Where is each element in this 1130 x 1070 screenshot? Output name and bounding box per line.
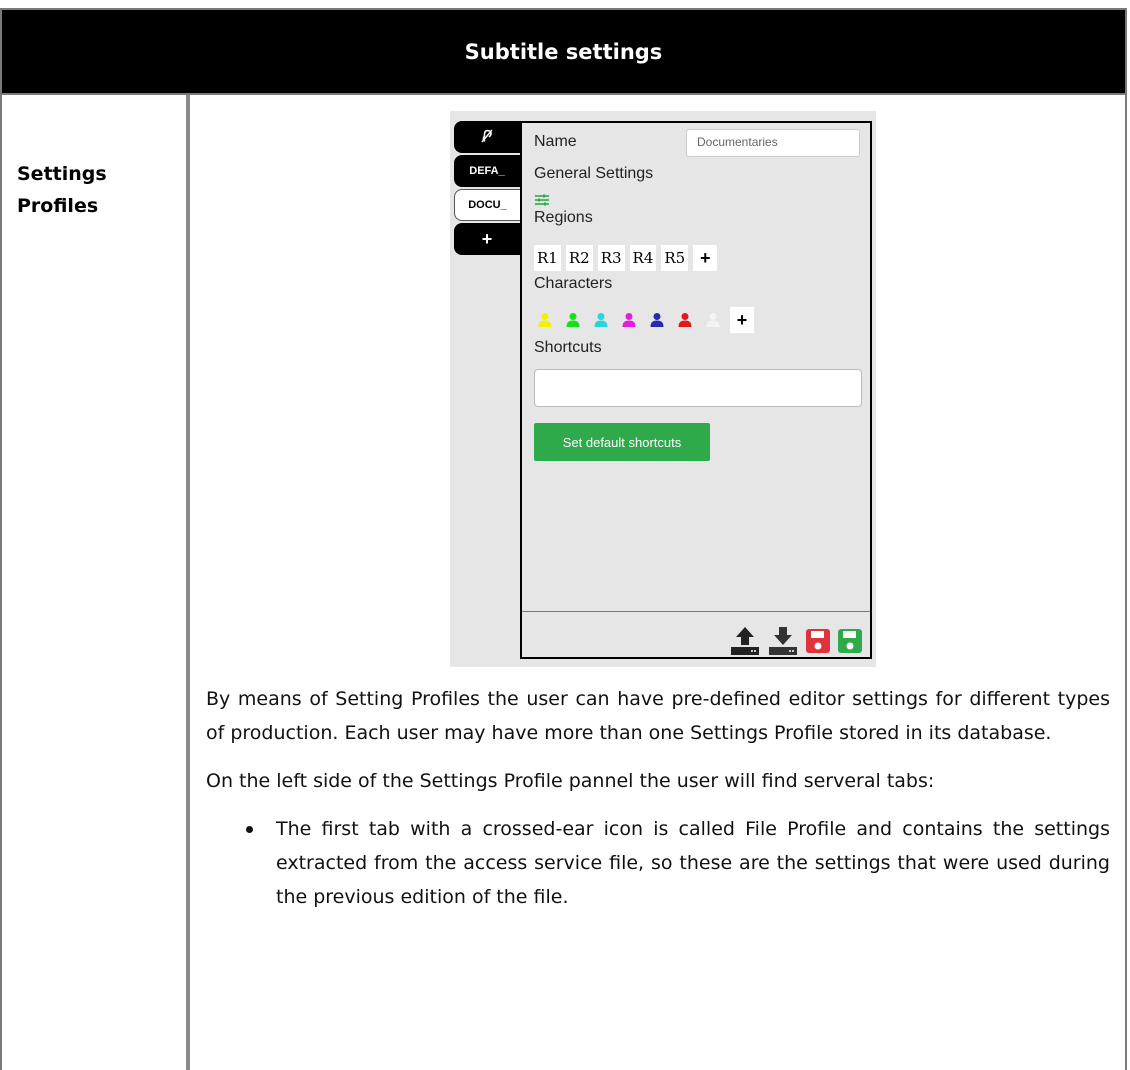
tab-label: DOCU_ — [468, 199, 507, 211]
add-character-button[interactable]: + — [730, 307, 754, 333]
general-settings-label: General Settings — [534, 165, 654, 182]
plus-icon: + — [481, 228, 493, 249]
character-icon[interactable] — [618, 307, 640, 333]
description-text: By means of Setting Profiles the user ca… — [206, 682, 1110, 914]
character-icon[interactable] — [646, 307, 668, 333]
tab-file-profile[interactable] — [454, 121, 520, 153]
tab-description-list: The first tab with a crossed-ear icon is… — [206, 812, 1110, 914]
shortcuts-input[interactable] — [534, 369, 862, 407]
profile-tabs: DEFA_ DOCU_ + — [454, 121, 520, 257]
set-default-shortcuts-button[interactable]: Set default shortcuts — [534, 423, 710, 461]
row-label: Settings Profiles — [17, 163, 107, 217]
save-as-icon[interactable] — [836, 625, 864, 662]
regions-label: Regions — [534, 209, 593, 226]
tab-default-profile[interactable]: DEFA_ — [454, 155, 520, 187]
sliders-icon[interactable] — [534, 193, 550, 207]
shortcuts-label: Shortcuts — [534, 339, 602, 356]
list-item: The first tab with a crossed-ear icon is… — [206, 812, 1110, 914]
region-chip-r1[interactable]: R1 — [534, 245, 561, 271]
character-icon[interactable] — [562, 307, 584, 333]
add-profile-tab[interactable]: + — [454, 223, 520, 255]
crossed-ear-icon — [480, 129, 494, 146]
character-icon[interactable] — [674, 307, 696, 333]
character-icon[interactable] — [534, 307, 556, 333]
character-icon[interactable] — [702, 307, 724, 333]
name-label: Name — [534, 133, 577, 150]
row-divider — [2, 93, 1125, 95]
paragraph: On the left side of the Settings Profile… — [206, 770, 935, 792]
table-header: Subtitle settings — [2, 10, 1125, 93]
list-item-text: The first tab with a crossed-ear icon is… — [276, 818, 1110, 908]
tab-label: DEFA_ — [469, 165, 505, 177]
save-icon[interactable] — [804, 625, 832, 662]
characters-list: + — [534, 307, 754, 333]
region-chip-r3[interactable]: R3 — [597, 245, 625, 271]
region-chip-r2[interactable]: R2 — [565, 245, 593, 271]
region-chip-r4[interactable]: R4 — [629, 245, 657, 271]
character-icon[interactable] — [590, 307, 612, 333]
download-icon[interactable] — [766, 623, 800, 664]
panel-footer-actions — [728, 623, 864, 664]
panel-footer-divider — [522, 611, 870, 612]
column-divider — [186, 95, 190, 1070]
region-chip-r5[interactable]: R5 — [661, 245, 689, 271]
profile-panel: Name Documentaries General Settings Regi… — [520, 121, 872, 659]
add-region-button[interactable]: + — [693, 245, 718, 271]
page-title: Subtitle settings — [464, 39, 663, 64]
characters-label: Characters — [534, 275, 613, 292]
upload-icon[interactable] — [728, 623, 762, 664]
paragraph: By means of Setting Profiles the user ca… — [206, 688, 1110, 744]
profile-name-input[interactable]: Documentaries — [686, 129, 860, 157]
regions-list: R1 R2 R3 R4 R5 + — [534, 245, 718, 271]
tab-documentaries-profile[interactable]: DOCU_ — [454, 189, 520, 221]
bullet-icon — [246, 826, 253, 833]
settings-profile-screenshot: DEFA_ DOCU_ + Name Documentaries General… — [450, 111, 876, 667]
